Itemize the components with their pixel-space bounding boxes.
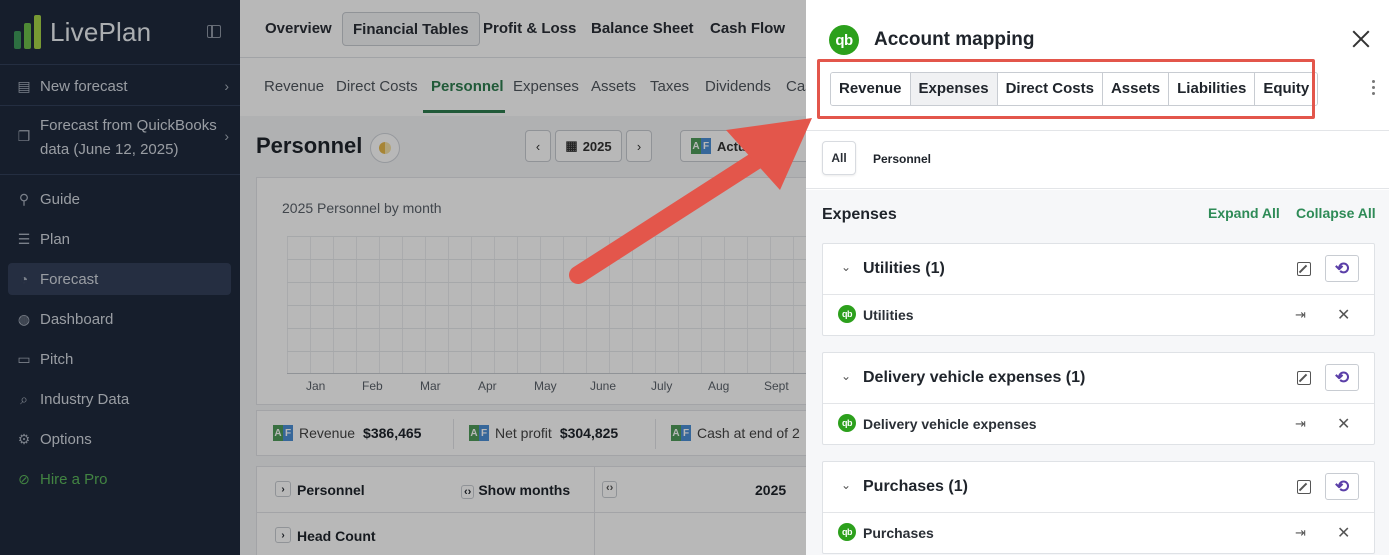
list-item: qb Delivery vehicle expenses ⇥ ✕ [823, 404, 1374, 444]
account-name: Delivery vehicle expenses [863, 416, 1037, 432]
group-name: Delivery vehicle expenses (1) [863, 369, 1086, 386]
group-name: Purchases (1) [863, 478, 968, 495]
move-icon[interactable]: ⇥ [1295, 525, 1306, 541]
account-name: Purchases [863, 525, 934, 541]
list-item: qb Purchases ⇥ ✕ [823, 513, 1374, 553]
edit-icon[interactable] [1297, 262, 1311, 276]
quickbooks-logo-icon: qb [838, 305, 856, 323]
account-name: Utilities [863, 307, 914, 323]
sync-icon[interactable]: ⟲ [1325, 364, 1359, 391]
annotation-highlight-box [817, 59, 1315, 119]
remove-icon[interactable]: ✕ [1337, 523, 1350, 543]
section-title: Expenses [822, 206, 897, 223]
quickbooks-logo-icon: qb [829, 25, 859, 55]
list-item: qb Utilities ⇥ ✕ [823, 295, 1374, 335]
remove-icon[interactable]: ✕ [1337, 414, 1350, 434]
chevron-down-icon[interactable]: ⌄ [841, 260, 851, 274]
quickbooks-logo-icon: qb [838, 414, 856, 432]
group-header[interactable]: ⌄ Purchases (1) ⟲ [823, 462, 1374, 513]
group-name: Utilities (1) [863, 260, 945, 277]
move-icon[interactable]: ⇥ [1295, 307, 1306, 323]
move-icon[interactable]: ⇥ [1295, 416, 1306, 432]
mapping-group-delivery-vehicle: ⌄ Delivery vehicle expenses (1) ⟲ qb Del… [822, 352, 1375, 445]
quickbooks-logo-icon: qb [838, 523, 856, 541]
collapse-all-button[interactable]: Collapse All [1296, 205, 1376, 221]
group-header[interactable]: ⌄ Delivery vehicle expenses (1) ⟲ [823, 353, 1374, 404]
chevron-down-icon[interactable]: ⌄ [841, 369, 851, 383]
expand-all-button[interactable]: Expand All [1208, 205, 1280, 221]
more-options-icon[interactable] [1372, 80, 1376, 98]
modal-backdrop[interactable] [0, 0, 806, 555]
drawer-title: Account mapping [874, 29, 1035, 50]
close-icon[interactable] [1350, 28, 1372, 50]
sync-icon[interactable]: ⟲ [1325, 473, 1359, 500]
filter-all-button[interactable]: All [822, 141, 856, 175]
mapping-group-purchases: ⌄ Purchases (1) ⟲ qb Purchases ⇥ ✕ [822, 461, 1375, 554]
edit-icon[interactable] [1297, 371, 1311, 385]
group-header[interactable]: ⌄ Utilities (1) ⟲ [823, 244, 1374, 295]
filter-bar: All Personnel [806, 131, 1389, 189]
sync-icon[interactable]: ⟲ [1325, 255, 1359, 282]
edit-icon[interactable] [1297, 480, 1311, 494]
filter-personnel-button[interactable]: Personnel [873, 152, 931, 166]
mapping-list: Expenses Expand All Collapse All ⌄ Utili… [806, 190, 1389, 555]
remove-icon[interactable]: ✕ [1337, 305, 1350, 325]
account-mapping-drawer: qb Account mapping Revenue Expenses Dire… [806, 0, 1389, 555]
mapping-group-utilities: ⌄ Utilities (1) ⟲ qb Utilities ⇥ ✕ [822, 243, 1375, 336]
chevron-down-icon[interactable]: ⌄ [841, 478, 851, 492]
